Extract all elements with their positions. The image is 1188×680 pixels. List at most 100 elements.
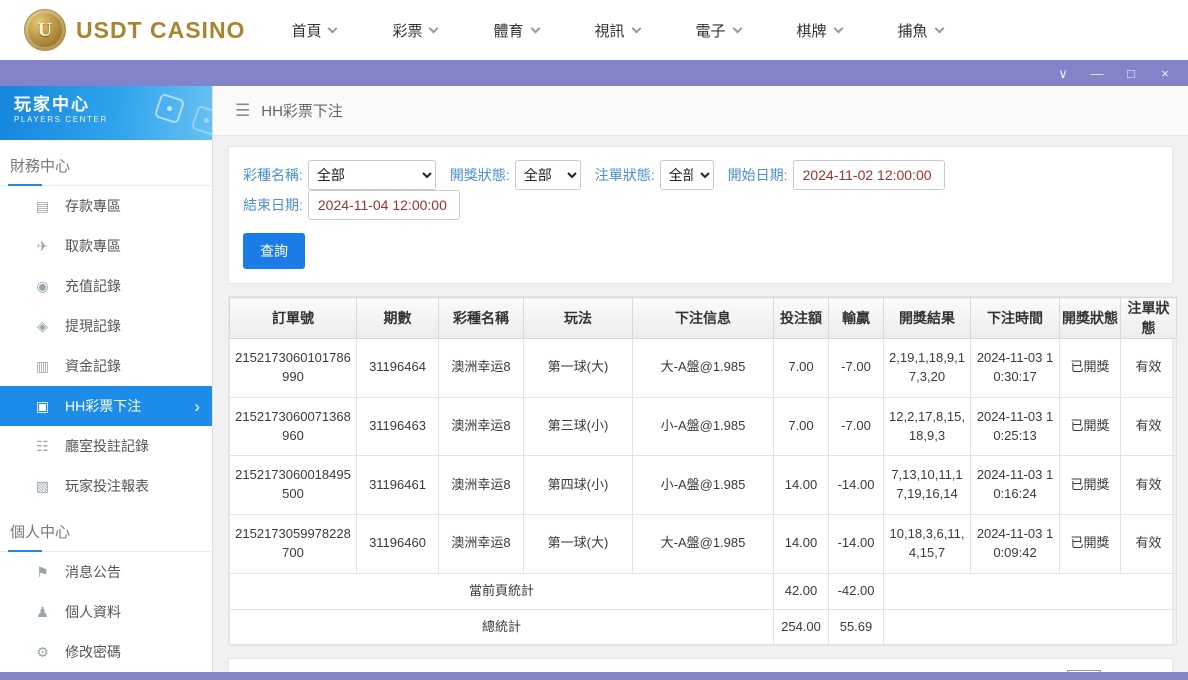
table-cell: 已開獎 bbox=[1060, 397, 1121, 456]
total-summary-row: 總統計 254.00 55.69 bbox=[230, 609, 1177, 645]
table-cell: 有效 bbox=[1121, 397, 1177, 456]
sidebar-item-profile[interactable]: ♟ 個人資料 bbox=[0, 592, 212, 632]
nav-lottery[interactable]: 彩票 bbox=[392, 20, 437, 41]
chevron-down-icon bbox=[631, 23, 641, 33]
page-summary-empty bbox=[884, 573, 1177, 609]
table-cell: 大-A盤@1.985 bbox=[633, 515, 774, 574]
table-cell: 2152173060071368960 bbox=[230, 397, 357, 456]
bets-table: 訂單號 期數 彩種名稱 玩法 下注信息 投注額 輸贏 開獎結果 下注時間 開獎狀… bbox=[229, 297, 1177, 645]
column-header: 下注時間 bbox=[971, 298, 1060, 339]
table-cell: -14.00 bbox=[829, 515, 884, 574]
search-button[interactable]: 查詢 bbox=[243, 233, 305, 269]
pagination-controls: 共24条 首页 上一页 [1] [2] 下一页 第 页 跳转 bbox=[819, 670, 1159, 672]
table-cell: 有效 bbox=[1121, 515, 1177, 574]
sidebar-item-label: 資金記錄 bbox=[65, 356, 121, 376]
table-cell: 2024-11-03 10:16:24 bbox=[971, 456, 1060, 515]
table-cell: 2152173060101786990 bbox=[230, 339, 357, 398]
chevron-right-icon: › bbox=[194, 398, 200, 415]
table-cell: 已開獎 bbox=[1060, 456, 1121, 515]
table-cell: 2024-11-03 10:30:17 bbox=[971, 339, 1060, 398]
nav-home-label: 首頁 bbox=[291, 20, 321, 41]
chevron-down-icon bbox=[328, 23, 338, 33]
nav-sports-label: 體育 bbox=[493, 20, 523, 41]
nav-home[interactable]: 首頁 bbox=[291, 20, 336, 41]
table-cell: 7,13,10,11,17,19,16,14 bbox=[884, 456, 971, 515]
column-header: 玩法 bbox=[524, 298, 633, 339]
bell-icon: ⚑ bbox=[34, 564, 51, 581]
nav-chess-label: 棋牌 bbox=[797, 20, 827, 41]
nav-electronic[interactable]: 電子 bbox=[696, 20, 741, 41]
table-cell: 7.00 bbox=[774, 397, 829, 456]
table-cell: 第三球(小) bbox=[524, 397, 633, 456]
nav-chess[interactable]: 棋牌 bbox=[797, 20, 842, 41]
sidebar-item-hh-lottery-bets[interactable]: ▣ HH彩票下注 › bbox=[0, 386, 212, 426]
nav-video[interactable]: 視訊 bbox=[595, 20, 640, 41]
table-cell: 2,19,1,18,9,17,3,20 bbox=[884, 339, 971, 398]
logo-coin-icon: U bbox=[24, 9, 66, 51]
draw-status-filter: 開獎狀態: 全部 bbox=[450, 160, 581, 190]
end-date-filter: 結束日期: bbox=[243, 190, 460, 220]
total-summary-label: 總統計 bbox=[230, 609, 774, 645]
sidebar-item-deposit-zone[interactable]: ▤ 存款專區 bbox=[0, 186, 212, 226]
table-cell: 2152173059978228700 bbox=[230, 515, 357, 574]
page-summary-winloss: -42.00 bbox=[829, 573, 884, 609]
app-logo: U USDT CASINO bbox=[24, 9, 245, 51]
total-summary-bet: 254.00 bbox=[774, 609, 829, 645]
nav-video-label: 視訊 bbox=[595, 20, 625, 41]
jump-page-input[interactable] bbox=[1067, 670, 1101, 672]
lottery-name-filter: 彩種名稱: 全部 bbox=[243, 160, 436, 190]
table-row: 2152173060018495500 31196461 澳洲幸运8 第四球(小… bbox=[230, 456, 1177, 515]
sidebar-item-label: HH彩票下注 bbox=[65, 396, 141, 416]
close-button[interactable]: × bbox=[1158, 67, 1172, 80]
window-title-bar: ∨ — □ × bbox=[0, 60, 1188, 86]
order-status-select[interactable]: 全部 bbox=[660, 160, 714, 190]
sidebar-item-player-bet-report[interactable]: ▧ 玩家投注報表 bbox=[0, 466, 212, 506]
end-date-input[interactable] bbox=[308, 190, 460, 220]
pagination-bar: 每頁顯示20條 共24条 首页 上一页 [1] [2] 下一页 第 页 跳转 bbox=[228, 658, 1173, 672]
column-header: 彩種名稱 bbox=[439, 298, 524, 339]
sidebar-item-withdrawal-records[interactable]: ◈ 提現記錄 bbox=[0, 306, 212, 346]
table-cell: 31196463 bbox=[357, 397, 439, 456]
sidebar-item-change-password[interactable]: ⚙ 修改密碼 bbox=[0, 632, 212, 672]
table-row: 2152173060071368960 31196463 澳洲幸运8 第三球(小… bbox=[230, 397, 1177, 456]
sidebar-item-funds-records[interactable]: ▥ 資金記錄 bbox=[0, 346, 212, 386]
table-cell: 14.00 bbox=[774, 515, 829, 574]
table-cell: 12,2,17,8,15,18,9,3 bbox=[884, 397, 971, 456]
table-cell: 有效 bbox=[1121, 456, 1177, 515]
nav-fishing-label: 捕魚 bbox=[898, 20, 928, 41]
sidebar-item-recharge-records[interactable]: ◉ 充值記錄 bbox=[0, 266, 212, 306]
nav-lottery-label: 彩票 bbox=[392, 20, 422, 41]
sidebar-item-label: 消息公告 bbox=[65, 562, 121, 582]
sidebar-item-announcements[interactable]: ⚑ 消息公告 bbox=[0, 552, 212, 592]
players-center-subtitle: PLAYERS CENTER bbox=[14, 115, 212, 124]
table-cell: 第一球(大) bbox=[524, 515, 633, 574]
chevron-down-icon bbox=[732, 23, 742, 33]
start-date-label: 開始日期: bbox=[728, 165, 788, 185]
start-date-input[interactable] bbox=[793, 160, 945, 190]
lottery-bet-icon: ▣ bbox=[34, 398, 51, 415]
table-cell: -14.00 bbox=[829, 456, 884, 515]
draw-status-label: 開獎狀態: bbox=[450, 165, 510, 185]
sidebar-item-withdraw-zone[interactable]: ✈ 取款專區 bbox=[0, 226, 212, 266]
maximize-button[interactable]: □ bbox=[1124, 67, 1138, 80]
players-center-header: 玩家中心 PLAYERS CENTER bbox=[0, 86, 212, 140]
sidebar-item-hall-bet-records[interactable]: ☷ 廳室投註記錄 bbox=[0, 426, 212, 466]
sidebar-item-label: 提現記錄 bbox=[65, 316, 121, 336]
hamburger-menu-icon[interactable]: ☰ bbox=[235, 101, 250, 121]
table-cell: -7.00 bbox=[829, 397, 884, 456]
table-cell: 第四球(小) bbox=[524, 456, 633, 515]
table-cell: 大-A盤@1.985 bbox=[633, 339, 774, 398]
cashout-record-icon: ◈ bbox=[34, 318, 51, 335]
sidebar-item-label: 存款專區 bbox=[65, 196, 121, 216]
nav-fishing[interactable]: 捕魚 bbox=[898, 20, 943, 41]
nav-sports[interactable]: 體育 bbox=[493, 20, 538, 41]
table-cell: 2152173060018495500 bbox=[230, 456, 357, 515]
sidebar-item-label: 充值記錄 bbox=[65, 276, 121, 296]
top-navigation-bar: U USDT CASINO 首頁 彩票 體育 視訊 電子 棋牌 捕魚 bbox=[0, 0, 1188, 60]
draw-status-select[interactable]: 全部 bbox=[515, 160, 581, 190]
minimize-button[interactable]: — bbox=[1090, 67, 1104, 80]
collapse-chevron-icon[interactable]: ∨ bbox=[1056, 67, 1070, 80]
sidebar-item-label: 玩家投注報表 bbox=[65, 476, 149, 496]
deposit-card-icon: ▤ bbox=[34, 198, 51, 215]
lottery-name-select[interactable]: 全部 bbox=[308, 160, 436, 190]
